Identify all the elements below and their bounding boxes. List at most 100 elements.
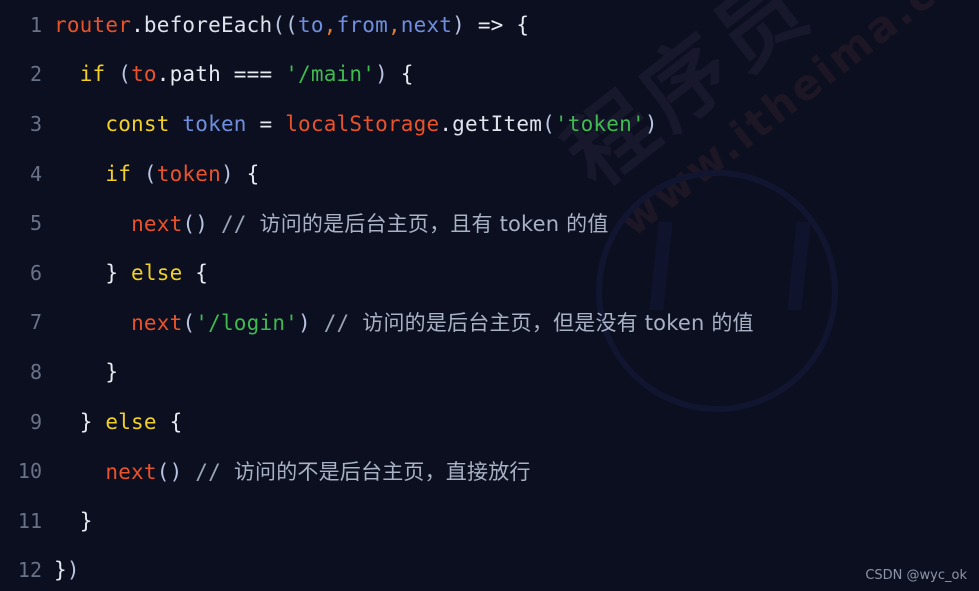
- token-function-next: next: [131, 311, 183, 336]
- token-comment-slashes: //: [310, 311, 363, 336]
- token-function-next: next: [131, 212, 183, 237]
- line-number: 4: [29, 161, 42, 186]
- line-content[interactable]: }: [42, 360, 118, 384]
- code-line: 8 }: [0, 347, 979, 397]
- token-identifier: router: [54, 12, 132, 37]
- token-open-brace: {: [233, 161, 260, 186]
- token-keyword-else: else: [92, 409, 157, 434]
- token-param-to: to: [298, 12, 324, 37]
- line-content[interactable]: if (token) {: [42, 162, 260, 186]
- token-close-brace: }: [105, 359, 119, 384]
- token-open-paren: (: [105, 62, 132, 87]
- token-comment-text: 访问的是后台主页，且有 token 的值: [259, 212, 609, 237]
- line-content[interactable]: next('/login') // 访问的是后台主页，但是没有 token 的值: [42, 307, 754, 337]
- token-close-paren: ): [220, 161, 234, 186]
- token-open-paren: (: [542, 111, 555, 136]
- token-operator-equals: ===: [220, 62, 286, 87]
- code-line: 6 } else {: [0, 248, 979, 298]
- code-line: 4 if (token) {: [0, 149, 979, 199]
- token-close-brace: }: [79, 409, 93, 434]
- token-close-brace: }: [54, 558, 67, 583]
- token-open-parens: ((: [272, 12, 299, 37]
- token-close-brace: }: [79, 508, 93, 533]
- token-close-paren: ): [298, 311, 311, 336]
- line-number: 7: [29, 310, 42, 335]
- csdn-credit-watermark: CSDN @wyc_ok: [865, 568, 967, 583]
- token-close-paren: ): [644, 111, 658, 136]
- token-open-brace: {: [516, 12, 530, 37]
- token-parens: (): [182, 212, 209, 237]
- token-open-paren: (: [182, 311, 196, 336]
- token-operator-assign: =: [246, 111, 286, 136]
- line-content[interactable]: } else {: [42, 261, 208, 285]
- token-open-paren: (: [131, 161, 157, 186]
- code-line: 10 next() // 访问的不是后台主页，直接放行: [0, 446, 979, 496]
- code-line: 2 if (to.path === '/main') {: [0, 50, 979, 100]
- line-number: 1: [29, 12, 42, 37]
- token-param-from: from: [336, 12, 388, 37]
- code-line: 11 }: [0, 496, 979, 546]
- token-close-brace: }: [105, 260, 119, 285]
- token-object-localstorage: localStorage: [285, 111, 440, 136]
- token-variable-token: token: [156, 161, 221, 186]
- token-variable-token: token: [169, 111, 247, 136]
- token-string-main: '/main': [285, 62, 376, 87]
- code-viewer: 程序员 www.itheima.com 1 router.beforeEach(…: [0, 0, 979, 591]
- code-line: 5 next() // 访问的是后台主页，且有 token 的值: [0, 198, 979, 248]
- token-keyword-else: else: [118, 260, 183, 285]
- token-comment-text: 访问的是后台主页，但是没有 token 的值: [362, 311, 754, 336]
- token-method: beforeEach: [143, 12, 273, 37]
- line-number: 11: [17, 508, 42, 533]
- token-open-brace: {: [156, 409, 183, 434]
- line-number: 9: [29, 409, 42, 434]
- token-close-paren: ): [66, 558, 80, 583]
- token-object-to: to: [131, 62, 157, 87]
- line-number: 3: [29, 111, 42, 136]
- token-comment-slashes: //: [208, 212, 260, 237]
- token-keyword-if: if: [105, 161, 132, 186]
- token-open-brace: {: [182, 260, 209, 285]
- token-comment-slashes: //: [182, 460, 234, 485]
- token-keyword-const: const: [105, 111, 170, 136]
- line-content[interactable]: }): [42, 558, 80, 582]
- line-content[interactable]: next() // 访问的是后台主页，且有 token 的值: [42, 208, 609, 238]
- code-line: 7 next('/login') // 访问的是后台主页，但是没有 token …: [0, 298, 979, 348]
- token-property-path: .path: [156, 62, 221, 87]
- token-string-login: '/login': [195, 311, 299, 336]
- line-content[interactable]: next() // 访问的不是后台主页，直接放行: [42, 456, 531, 486]
- token-string-token: 'token': [554, 111, 645, 136]
- token-close-paren: ): [452, 12, 465, 37]
- code-line: 9 } else {: [0, 397, 979, 447]
- token-close-paren: ): [375, 62, 388, 87]
- token-open-brace: {: [387, 62, 414, 87]
- token-parens: (): [156, 460, 183, 485]
- code-line: 1 router.beforeEach((to,from,next) => {: [0, 0, 979, 50]
- code-line: 12 }): [0, 546, 979, 591]
- token-param-next: next: [400, 12, 453, 37]
- line-content[interactable]: const token = localStorage.getItem('toke…: [42, 112, 658, 136]
- line-number: 2: [29, 62, 42, 87]
- token-arrow: =>: [465, 12, 517, 37]
- line-number: 6: [29, 260, 42, 285]
- line-number: 8: [29, 359, 42, 384]
- token-comma: ,: [387, 12, 401, 37]
- code-lines: 1 router.beforeEach((to,from,next) => { …: [0, 0, 979, 591]
- line-content[interactable]: } else {: [42, 409, 183, 434]
- line-number: 10: [17, 459, 42, 484]
- token-function-next: next: [105, 460, 157, 485]
- line-content[interactable]: }: [42, 509, 93, 533]
- token-comma: ,: [323, 12, 337, 37]
- line-content[interactable]: if (to.path === '/main') {: [42, 62, 414, 86]
- line-content[interactable]: router.beforeEach((to,from,next) => {: [42, 13, 529, 37]
- line-number: 5: [29, 211, 42, 236]
